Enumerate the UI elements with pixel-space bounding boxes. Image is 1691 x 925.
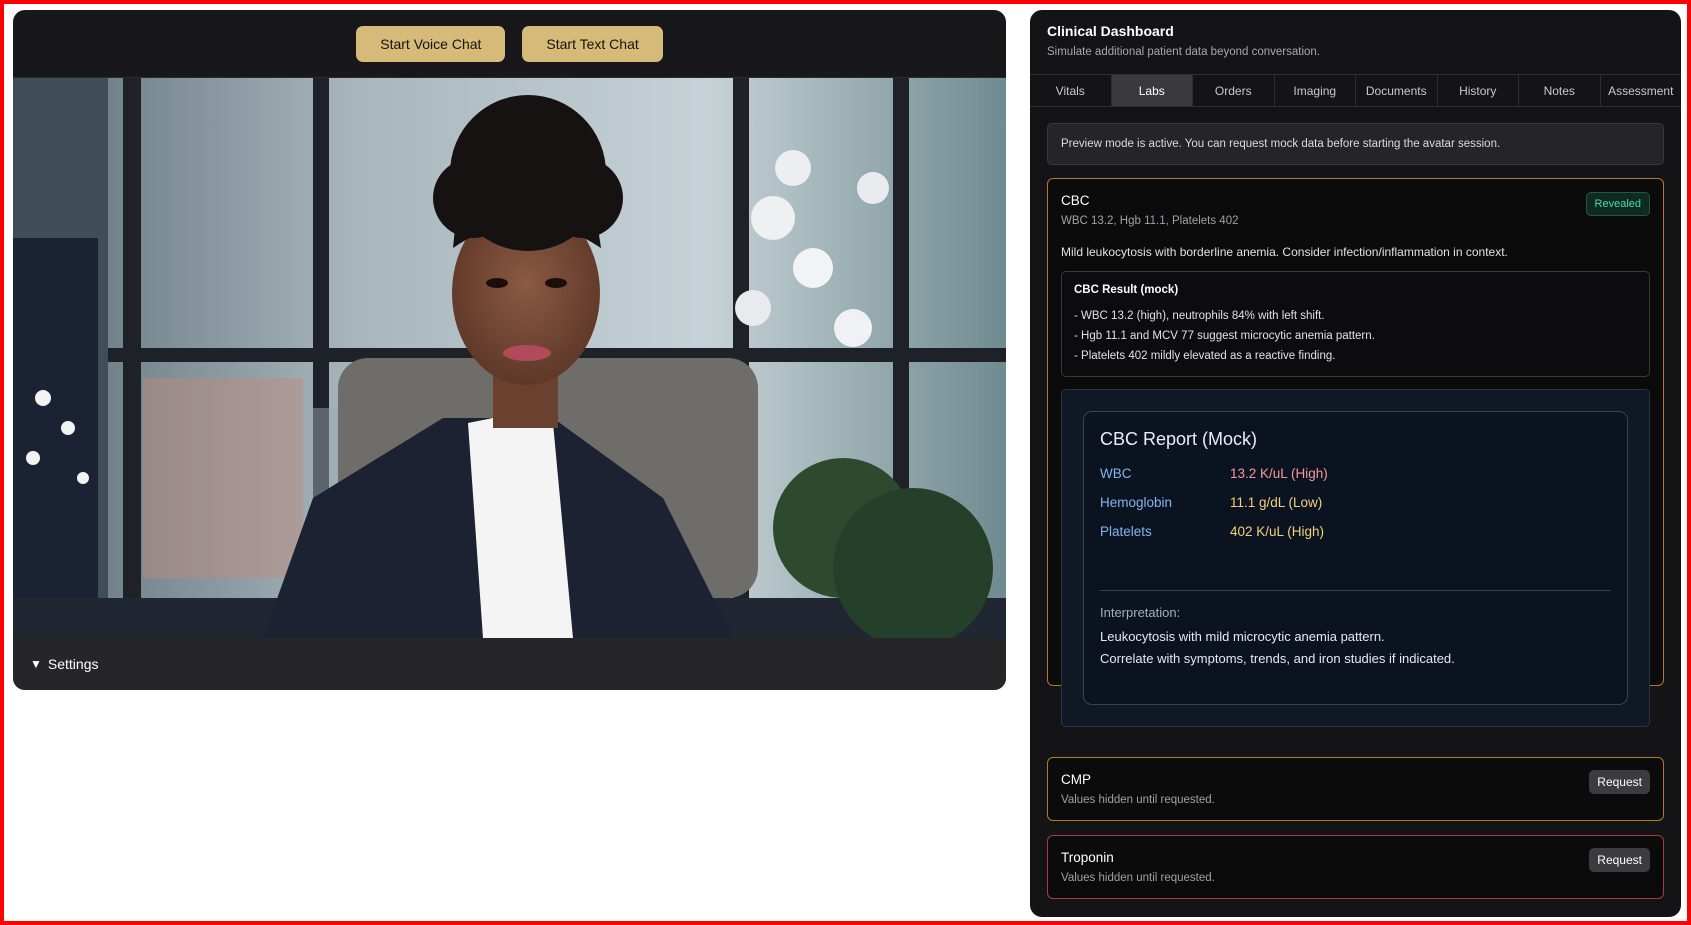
avatar-image — [13, 78, 1006, 638]
tab-imaging[interactable]: Imaging — [1275, 75, 1356, 106]
request-cmp-button[interactable]: Request — [1589, 770, 1650, 794]
request-troponin-button[interactable]: Request — [1589, 848, 1650, 872]
tab-history[interactable]: History — [1438, 75, 1519, 106]
start-voice-chat-button[interactable]: Start Voice Chat — [356, 25, 506, 62]
chat-controls-bar: Start Voice Chat Start Text Chat — [13, 10, 1006, 78]
report-row-value: 11.1 g/dL (Low) — [1230, 495, 1323, 510]
result-title: CBC Result (mock) — [1074, 284, 1179, 296]
report-row-wbc: WBC 13.2 K/uL (High) — [1100, 459, 1611, 488]
tab-notes[interactable]: Notes — [1519, 75, 1601, 106]
revealed-badge: Revealed — [1585, 192, 1650, 216]
result-line: - Hgb 11.1 and MCV 77 suggest microcytic… — [1074, 330, 1375, 342]
report-row-label: Hemoglobin — [1100, 495, 1173, 510]
tab-orders[interactable]: Orders — [1193, 75, 1275, 106]
report-row-value: 13.2 K/uL (High) — [1230, 466, 1328, 481]
tab-labs[interactable]: Labs — [1111, 75, 1193, 106]
cbc-report: CBC Report (Mock) WBC 13.2 K/uL (High) H… — [1083, 411, 1628, 705]
lab-title: CMP — [1061, 772, 1091, 787]
tab-vitals[interactable]: Vitals — [1030, 75, 1112, 106]
report-row-label: WBC — [1100, 466, 1132, 481]
report-row-label: Platelets — [1100, 524, 1152, 539]
cbc-report-frame: CBC Report (Mock) WBC 13.2 K/uL (High) H… — [1061, 389, 1650, 727]
avatar-video — [13, 78, 1006, 638]
report-row-value: 402 K/uL (High) — [1230, 524, 1325, 539]
preview-mode-notice: Preview mode is active. You can request … — [1047, 123, 1664, 165]
tab-documents[interactable]: Documents — [1356, 75, 1438, 106]
lab-summary: Mild leukocytosis with borderline anemia… — [1061, 245, 1508, 259]
lab-values: WBC 13.2, Hgb 11.1, Platelets 402 — [1061, 215, 1239, 227]
start-text-chat-button[interactable]: Start Text Chat — [522, 25, 663, 62]
clinical-dashboard: Clinical Dashboard Simulate additional p… — [1030, 10, 1681, 917]
interpretation-line: Correlate with symptoms, trends, and iro… — [1100, 651, 1455, 666]
avatar-video-panel: Start Voice Chat Start Text Chat ▼ Setti… — [13, 10, 1006, 690]
lab-note: Values hidden until requested. — [1061, 794, 1215, 806]
tab-assessment[interactable]: Assessment — [1601, 75, 1682, 106]
lab-card-cmp: CMP Values hidden until requested. Reque… — [1047, 757, 1664, 821]
dashboard-header: Clinical Dashboard Simulate additional p… — [1030, 10, 1681, 74]
cbc-result-box: CBC Result (mock) - WBC 13.2 (high), neu… — [1061, 271, 1650, 377]
dashboard-subtitle: Simulate additional patient data beyond … — [1047, 46, 1320, 58]
dashboard-tabs: Vitals Labs Orders Imaging Documents His… — [1030, 74, 1681, 107]
lab-title: Troponin — [1061, 850, 1114, 865]
result-line: - WBC 13.2 (high), neutrophils 84% with … — [1074, 310, 1325, 322]
lab-note: Values hidden until requested. — [1061, 872, 1215, 884]
result-line: - Platelets 402 mildly elevated as a rea… — [1074, 350, 1336, 362]
settings-label: Settings — [47, 656, 99, 672]
settings-toggle[interactable]: ▼ Settings — [13, 638, 1006, 690]
interpretation-label: Interpretation: — [1100, 605, 1181, 620]
dashboard-title: Clinical Dashboard — [1047, 23, 1174, 39]
triangle-down-icon: ▼ — [30, 657, 42, 671]
lab-card-troponin: Troponin Values hidden until requested. … — [1047, 835, 1664, 899]
report-row-platelets: Platelets 402 K/uL (High) — [1100, 517, 1611, 546]
lab-title: CBC — [1061, 193, 1090, 208]
interpretation-line: Leukocytosis with mild microcytic anemia… — [1100, 629, 1385, 644]
lab-card-cbc: CBC WBC 13.2, Hgb 11.1, Platelets 402 Re… — [1047, 178, 1664, 727]
report-divider — [1100, 590, 1611, 591]
report-row-hemoglobin: Hemoglobin 11.1 g/dL (Low) — [1100, 488, 1611, 517]
report-title: CBC Report (Mock) — [1100, 429, 1258, 449]
